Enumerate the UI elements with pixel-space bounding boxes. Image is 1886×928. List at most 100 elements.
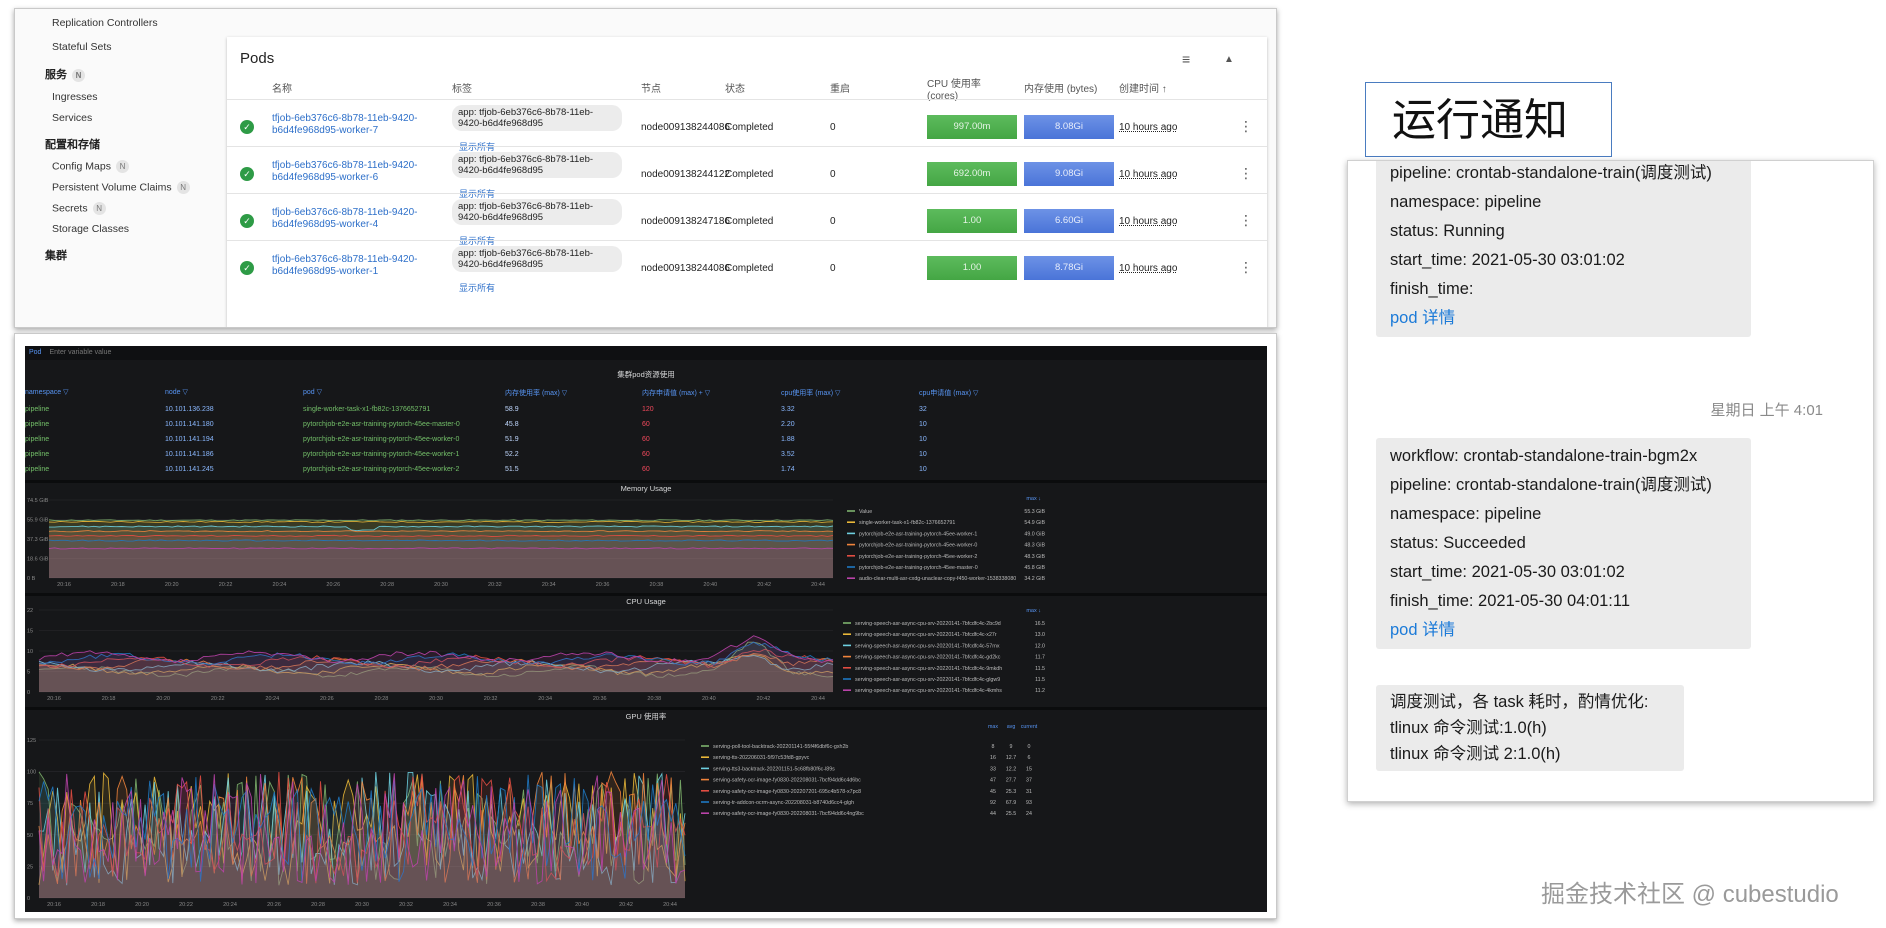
memory-usage-chart: 74.5 GiB 55.9 GiB 37.3 GiB 18.6 GiB 0 B 20:16… [27, 496, 1045, 588]
cpu-value: 997.00m [953, 121, 991, 132]
pod-restarts: 0 [830, 263, 836, 274]
x-tick-label: 20:24 [265, 696, 279, 702]
pod-status: Completed [725, 263, 774, 274]
table-header[interactable]: 内存使用率 (max) ▽ [505, 388, 567, 398]
filter-icon[interactable]: ≡ [1182, 51, 1190, 67]
x-tick-label: 20:30 [355, 902, 369, 908]
status-ok-icon: ✓ [240, 167, 254, 181]
panel-divider [25, 593, 1267, 596]
sidebar-item-stateful-sets[interactable]: Stateful Sets [52, 41, 112, 53]
table-cell: 60 [642, 421, 650, 428]
table-cell: 45.8 [505, 421, 519, 428]
more-actions-icon[interactable]: ⋮ [1239, 165, 1253, 182]
table-cell: pipeline [25, 466, 50, 473]
legend-label: serving-tts-202206031-5f97c53fd8-gpyvc [713, 755, 810, 761]
sidebar-item-services[interactable]: Services [52, 112, 92, 124]
sidebar-item-replication-controllers[interactable]: Replication Controllers [52, 17, 158, 29]
sidebar-item-config-maps[interactable]: Config Maps N [52, 160, 129, 173]
memory-value: 6.60Gi [1055, 215, 1083, 226]
variable-bar: Pod Enter variable value [25, 346, 1267, 360]
table-header[interactable]: cpu申请值 (max) ▽ [919, 388, 978, 398]
pod-name-link[interactable]: tfjob-6eb376c6-8b78-11eb-9420-b6d4fe968d… [272, 160, 432, 184]
status-ok-icon: ✓ [240, 214, 254, 228]
table-header[interactable]: namespace ▽ [25, 388, 69, 396]
y-tick-label: 50 [27, 833, 33, 839]
x-tick-label: 20:20 [135, 902, 149, 908]
sidebar-item-pvc[interactable]: Persistent Volume Claims N [52, 181, 190, 194]
more-actions-icon[interactable]: ⋮ [1239, 259, 1253, 276]
sidebar-item-storage-classes[interactable]: Storage Classes [52, 223, 129, 235]
msg-namespace: namespace: pipeline [1390, 505, 1542, 523]
col-header-name[interactable]: 名称 [272, 84, 292, 96]
table-header[interactable]: node ▽ [165, 388, 188, 396]
table-header[interactable]: cpu使用率 (max) ▽ [781, 388, 840, 398]
cpu-sparkline: 997.00m [927, 115, 1017, 139]
legend-label: Value [859, 509, 872, 515]
message-timing-summary: 调度测试，各 task 耗时，酌情优化: tlinux 命令测试:1.0(h) … [1376, 685, 1684, 771]
legend-value: 16 [990, 755, 996, 761]
x-tick-label: 20:30 [434, 582, 448, 588]
msg-namespace: namespace: pipeline [1390, 193, 1542, 211]
pod-status: Completed [725, 122, 774, 133]
pod-restarts: 0 [830, 216, 836, 227]
x-tick-label: 20:36 [593, 696, 607, 702]
legend-label: serving-safety-ocr-image-fy0830-20220803… [713, 811, 864, 817]
legend-label: serving-tr-addcon-ocrm-async-202208031-b… [713, 800, 854, 806]
x-tick-label: 20:18 [91, 902, 105, 908]
y-tick-label: 37.3 GiB [27, 537, 49, 543]
msg-start-time: start_time: 2021-05-30 03:01:02 [1390, 563, 1625, 581]
table-cell: 10.101.141.186 [165, 451, 214, 458]
sidebar-item-ingresses[interactable]: Ingresses [52, 91, 98, 103]
table-panel-title: 集群pod资源使用 [617, 370, 675, 379]
memory-value: 8.08Gi [1055, 121, 1083, 132]
legend-value: 33 [990, 766, 996, 772]
legend-value: 49.0 GiB [1024, 531, 1045, 537]
panel-divider [25, 480, 1267, 483]
table-header[interactable]: pod ▽ [303, 388, 322, 396]
legend-value: 12.7 [1006, 755, 1016, 761]
legend-label: serving-speech-asr-async-cpu-srv-2022014… [855, 655, 1001, 661]
sidebar-section-cluster: 集群 [45, 250, 67, 262]
notification-chat-panel: pipeline: crontab-standalone-train(调度测试)… [1347, 160, 1874, 802]
pod-label-chip: app: tfjob-6eb376c6-8b78-11eb-9420-b6d4f… [452, 105, 622, 131]
legend-label: audio-clear-multi-asr-cxdg-unaclear-copy… [859, 576, 1016, 582]
legend-label: pytorchjob-e2e-asr-training-pytorch-45ee… [859, 554, 977, 560]
new-badge: N [92, 202, 106, 215]
collapse-icon[interactable]: ▲ [1224, 54, 1234, 65]
x-tick-label: 20:28 [380, 582, 394, 588]
cpu-value: 1.00 [962, 262, 982, 273]
x-tick-label: 20:38 [650, 582, 664, 588]
x-tick-label: 20:44 [663, 902, 677, 908]
pod-name-link[interactable]: tfjob-6eb376c6-8b78-11eb-9420-b6d4fe968d… [272, 207, 432, 231]
legend-value: 16.5 [1035, 621, 1045, 627]
x-tick-label: 20:22 [179, 902, 193, 908]
pod-detail-link[interactable]: pod 详情 [1390, 616, 1737, 645]
pod-name-link[interactable]: tfjob-6eb376c6-8b78-11eb-9420-b6d4fe968d… [272, 113, 432, 137]
sidebar-item-secrets[interactable]: Secrets N [52, 202, 106, 215]
table-header[interactable]: 内存申请值 (max) + ▽ [642, 388, 710, 398]
legend-value: 92 [990, 800, 996, 806]
table-cell: 10 [919, 451, 927, 458]
x-tick-label: 20:20 [156, 696, 170, 702]
more-actions-icon[interactable]: ⋮ [1239, 212, 1253, 229]
more-actions-icon[interactable]: ⋮ [1239, 118, 1253, 135]
sidebar-section-label: 服务 [45, 69, 67, 81]
legend-value: 11.7 [1035, 655, 1045, 661]
table-row[interactable]: ✓ tfjob-6eb376c6-8b78-11eb-9420-b6d4fe968… [227, 240, 1267, 297]
pod-detail-link[interactable]: pod 详情 [1390, 304, 1737, 333]
y-tick-label: 74.5 GiB [27, 498, 49, 504]
show-all-link[interactable]: 显示所有 [459, 281, 495, 294]
memory-value: 9.08Gi [1055, 168, 1083, 179]
x-tick-label: 20:34 [538, 696, 552, 702]
table-cell: 10.101.141.180 [165, 421, 214, 428]
y-tick-label: 25 [27, 864, 33, 870]
x-tick-label: 20:44 [811, 696, 825, 702]
col-header-created[interactable]: 创建时间 ↑ [1119, 84, 1167, 96]
sidebar-item-label: Persistent Volume Claims [52, 181, 172, 194]
variable-input[interactable]: Enter variable value [49, 349, 111, 356]
legend-value: 34.2 GiB [1024, 576, 1045, 582]
legend-label: serving-safety-ocr-image-fy0830-20220720… [713, 789, 861, 795]
pod-status: Completed [725, 169, 774, 180]
pod-name-link[interactable]: tfjob-6eb376c6-8b78-11eb-9420-b6d4fe968d… [272, 254, 432, 278]
legend-value: 11.5 [1035, 666, 1045, 672]
